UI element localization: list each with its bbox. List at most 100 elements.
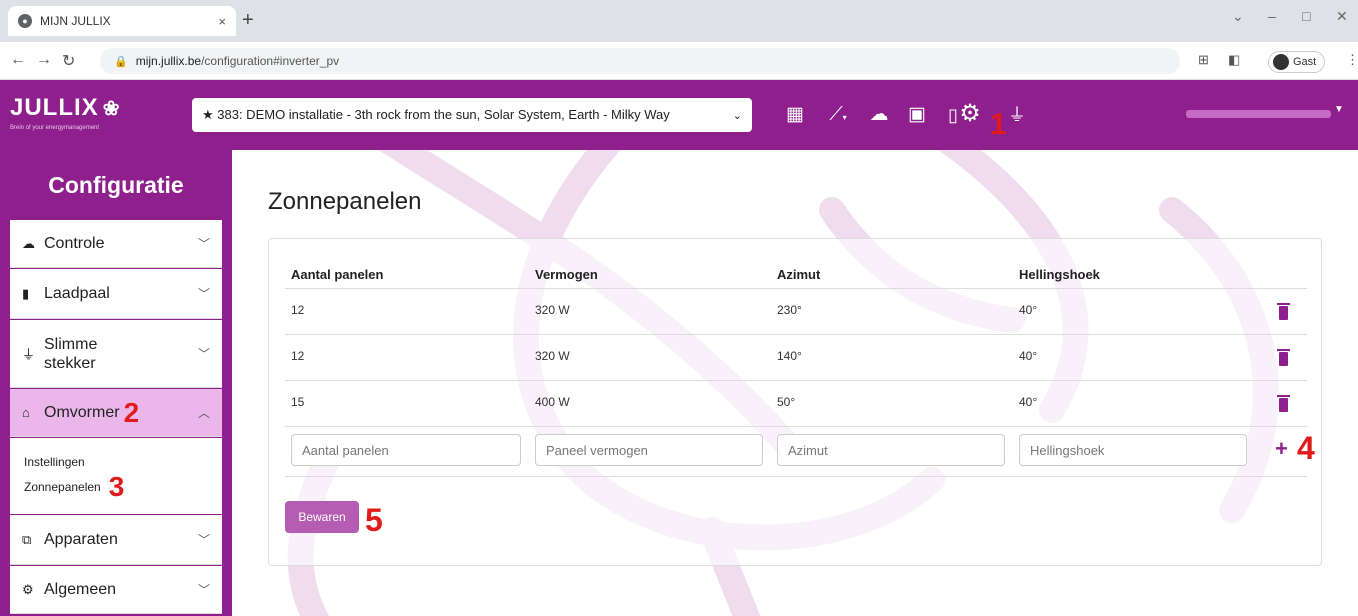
- sidebar-item-label: Controle: [44, 234, 105, 252]
- inverter-icon: ⌂: [22, 405, 30, 420]
- cell-azimuth: 230°: [777, 303, 802, 317]
- table-header: Aantal panelen Vermogen Azimut Hellingsh…: [285, 257, 1307, 289]
- close-window-icon[interactable]: ✕: [1336, 8, 1348, 25]
- sidebar-item-slimme-stekker[interactable]: ⏚ Slimme stekker ﹀: [10, 320, 222, 388]
- installation-select[interactable]: ★ 383: DEMO installatie - 3th rock from …: [192, 98, 752, 132]
- annotation-2: 2: [123, 396, 140, 428]
- sidebar-item-algemeen[interactable]: ⚙ Algemeen ﹀: [10, 566, 222, 614]
- tab-title: MIJN JULLIX: [40, 14, 111, 28]
- sidebar-item-omvormer[interactable]: ⌂ Omvormer 2 ︿: [10, 389, 222, 437]
- browser-tab[interactable]: ● MIJN JULLIX ×: [8, 6, 236, 36]
- brain-icon[interactable]: ☁: [866, 102, 892, 128]
- chart-icon[interactable]: ⟋▾: [818, 102, 858, 128]
- minimize-icon[interactable]: –: [1268, 8, 1276, 24]
- chevron-down-icon: ﹀: [197, 583, 210, 597]
- panel-power-input[interactable]: [535, 434, 763, 466]
- avatar: [1273, 54, 1289, 70]
- new-tab-button[interactable]: +: [242, 8, 254, 32]
- sidebar: Configuratie ☁ Controle ﹀ ▮ Laadpaal ﹀ ⏚…: [0, 150, 232, 616]
- sidebar-item-apparaten[interactable]: ⧉ Apparaten ﹀: [10, 515, 222, 565]
- logo-brain-icon: ❀: [102, 98, 121, 120]
- cell-power: 320 W: [535, 349, 570, 363]
- annotation-3: 3: [108, 471, 125, 502]
- new-panel-row: + 4: [285, 427, 1315, 477]
- annotation-4: 4: [1297, 430, 1315, 466]
- main-content: Zonnepanelen Aantal panelen Vermogen Azi…: [232, 150, 1358, 616]
- cell-panels: 15: [291, 395, 305, 409]
- chevron-down-icon: ﹀: [197, 237, 210, 251]
- table-row: 12 320 W 230° 40°: [285, 289, 1307, 335]
- url-host: mijn.jullix.be: [135, 54, 202, 68]
- app-header: JULLIX ❀ Brein of your energymanagement ★…: [0, 80, 1358, 150]
- forward-icon[interactable]: →: [36, 51, 52, 69]
- menu-icon[interactable]: ⋮: [1346, 52, 1358, 68]
- cell-panels: 12: [291, 303, 305, 317]
- column-header: Hellingshoek: [1019, 267, 1100, 282]
- trash-icon[interactable]: [1277, 349, 1290, 366]
- panel-count-input[interactable]: [291, 434, 521, 466]
- user-menu[interactable]: [1186, 110, 1331, 118]
- cell-azimuth: 140°: [777, 349, 802, 363]
- sidebar-item-laadpaal[interactable]: ▮ Laadpaal ﹀: [10, 269, 222, 319]
- sidebar-item-label: Laadpaal: [44, 284, 110, 302]
- lock-icon: 🔒: [114, 55, 128, 68]
- charger-icon: ▮: [22, 285, 30, 301]
- back-icon[interactable]: ←: [10, 51, 26, 69]
- column-header: Vermogen: [535, 267, 598, 282]
- submenu-item-instellingen[interactable]: Instellingen: [24, 452, 222, 472]
- profile-button[interactable]: Gast: [1268, 51, 1326, 73]
- plug-icon: ⏚: [22, 347, 36, 362]
- plug-icon[interactable]: ⏚: [1004, 102, 1030, 128]
- azimuth-input[interactable]: [777, 434, 1005, 466]
- annotation-5: 5: [365, 502, 383, 538]
- page-title: Zonnepanelen: [268, 188, 422, 215]
- brain-icon: ☁: [22, 235, 35, 251]
- translate-icon[interactable]: ⊞: [1198, 52, 1209, 68]
- cell-tilt: 40°: [1019, 395, 1038, 409]
- sidebar-item-label: Algemeen: [44, 580, 117, 598]
- dashboard-icon[interactable]: ▦: [782, 102, 808, 128]
- reload-icon[interactable]: ↻: [62, 51, 75, 71]
- sidebar-submenu: Instellingen Zonnepanelen 3: [10, 438, 222, 514]
- save-button[interactable]: Bewaren: [285, 501, 359, 533]
- tab-search-icon[interactable]: ⌄: [1232, 8, 1244, 25]
- money-icon[interactable]: ▣: [904, 102, 930, 128]
- sidebar-item-controle[interactable]: ☁ Controle ﹀: [10, 220, 222, 268]
- caret-down-icon: ▼: [1334, 104, 1344, 115]
- submenu-item-zonnepanelen[interactable]: Zonnepanelen: [24, 477, 101, 497]
- browser-toolbar: ← → ↻ 🔒 mijn.jullix.be /configuration#in…: [0, 42, 1358, 80]
- table-row: 12 320 W 140° 40°: [285, 335, 1307, 381]
- cell-tilt: 40°: [1019, 303, 1038, 317]
- solar-panels-card: Aantal panelen Vermogen Azimut Hellingsh…: [268, 238, 1322, 566]
- maximize-icon[interactable]: □: [1302, 8, 1310, 24]
- devices-icon: ⧉: [22, 531, 32, 547]
- cell-power: 400 W: [535, 395, 570, 409]
- cell-power: 320 W: [535, 303, 570, 317]
- gear-icon: ⚙: [22, 581, 34, 597]
- chevron-down-icon: ﹀: [197, 287, 210, 301]
- charger-icon[interactable]: ▯: [940, 102, 966, 128]
- cell-azimuth: 50°: [777, 395, 796, 409]
- logo-tagline: Brein of your energymanagement: [10, 125, 100, 131]
- tab-close-icon[interactable]: ×: [218, 14, 226, 29]
- trash-icon[interactable]: [1277, 303, 1290, 320]
- profile-label: Gast: [1293, 56, 1317, 68]
- add-row-button[interactable]: +: [1275, 437, 1288, 461]
- sidepanel-icon[interactable]: ◧: [1228, 52, 1240, 68]
- logo[interactable]: JULLIX ❀: [10, 94, 120, 122]
- logo-text: JULLIX: [10, 94, 99, 121]
- sidebar-item-label: Slimme stekker: [44, 335, 98, 372]
- address-bar[interactable]: 🔒 mijn.jullix.be /configuration#inverter…: [100, 48, 1180, 74]
- trash-icon[interactable]: [1277, 395, 1290, 412]
- column-header: Azimut: [777, 267, 821, 282]
- cell-tilt: 40°: [1019, 349, 1038, 363]
- sidebar-item-label: Omvormer: [44, 403, 120, 421]
- installation-label: ★ 383: DEMO installatie - 3th rock from …: [202, 107, 670, 122]
- sidebar-title: Configuratie: [48, 172, 184, 198]
- globe-icon: ●: [18, 14, 32, 28]
- tilt-input[interactable]: [1019, 434, 1247, 466]
- table-row: 15 400 W 50° 40°: [285, 381, 1307, 427]
- cell-panels: 12: [291, 349, 305, 363]
- chevron-down-icon: ﹀: [197, 533, 210, 547]
- column-header: Aantal panelen: [291, 267, 384, 282]
